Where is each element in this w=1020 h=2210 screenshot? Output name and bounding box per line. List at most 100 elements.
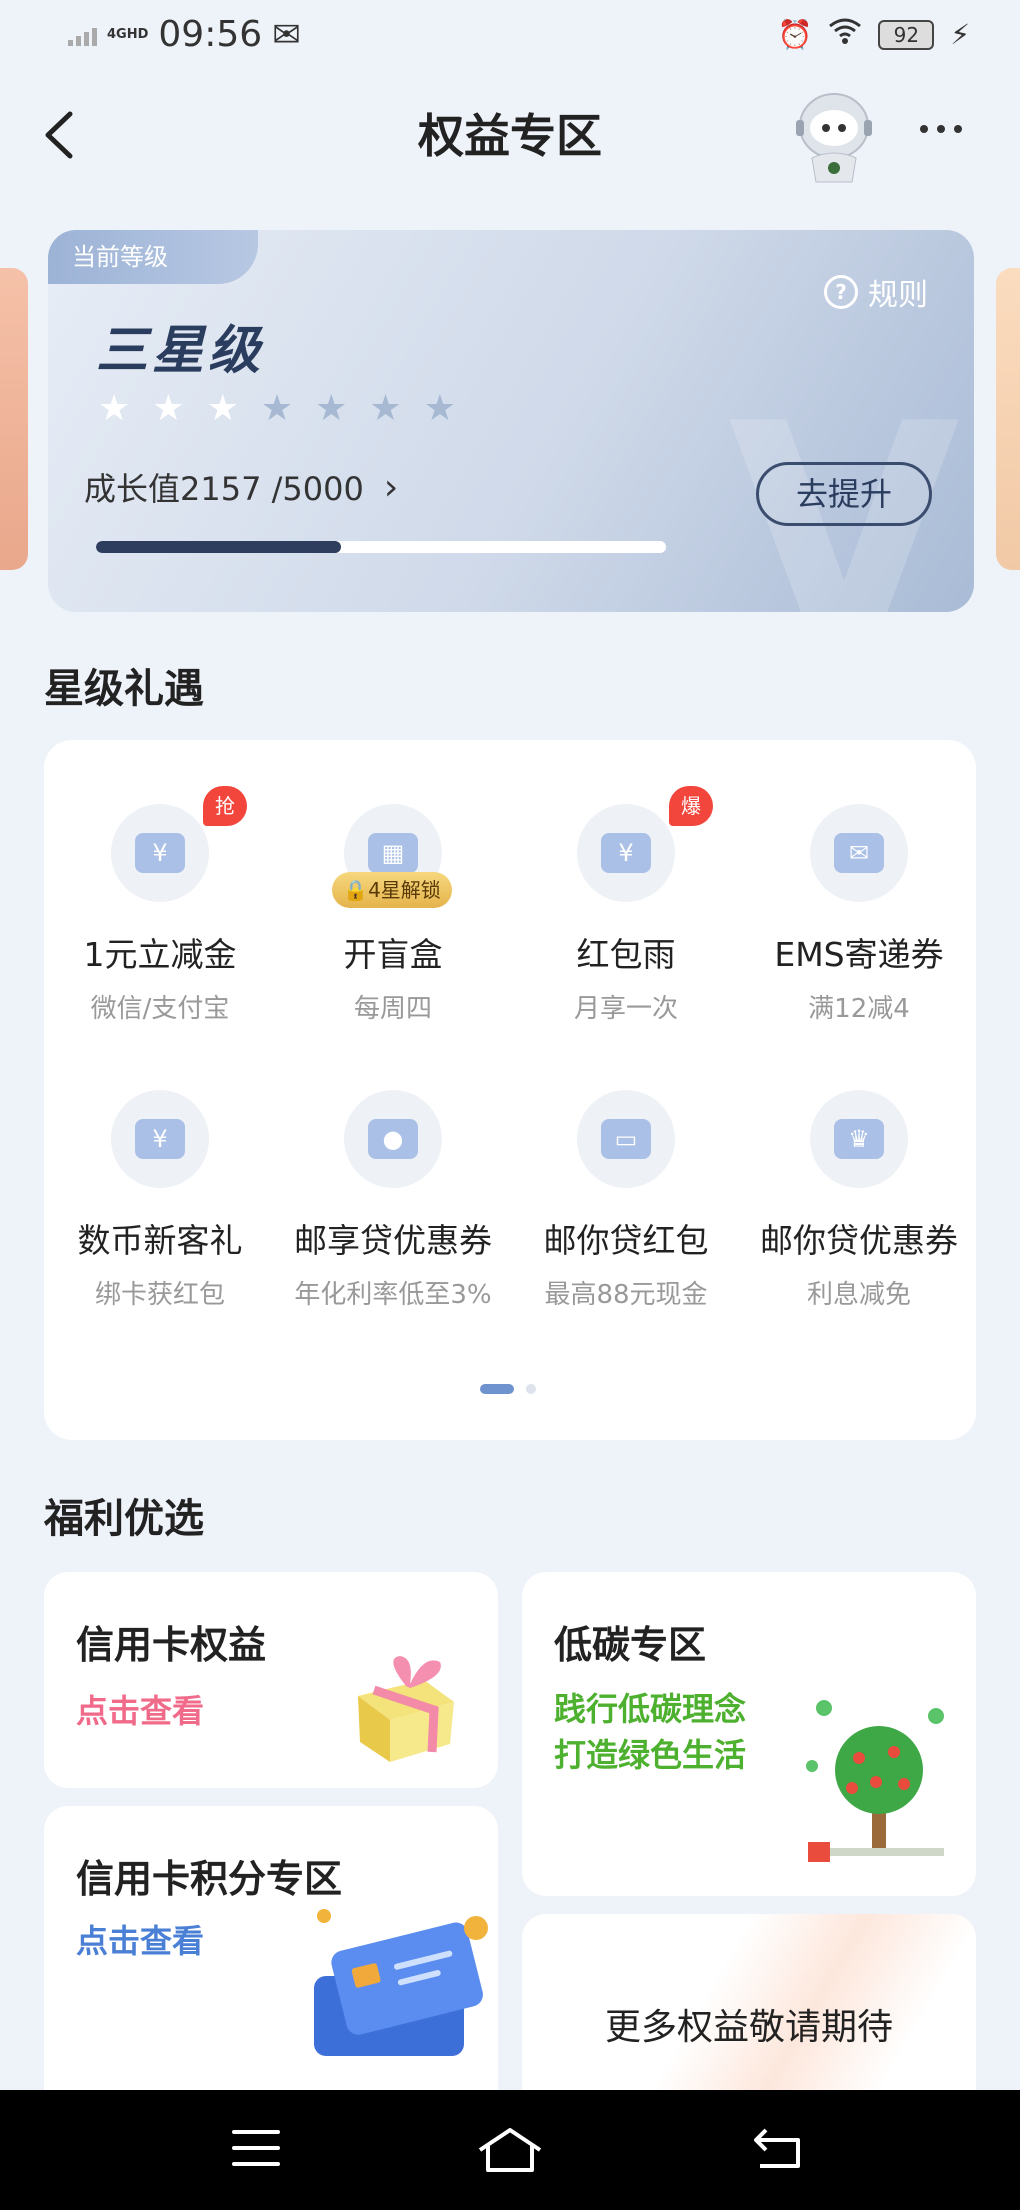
system-nav-bar [0,2090,1020,2210]
status-right: ⏰ 92 ⚡ [777,18,970,51]
level-tag: 当前等级 [48,230,258,284]
level-name: 三星级 [96,321,265,381]
gift-label: 1元立减金 [83,935,237,974]
star-empty-icon: ★ [315,388,348,429]
page-dot [526,1384,536,1394]
gift-subtitle: 利息减免 [806,1280,911,1310]
page-dot-active [480,1384,514,1394]
gift-badge: 抢 [203,786,247,826]
signal-icon [68,24,97,46]
gift-badge: 爆 [669,786,713,826]
gift-box-icon: ▦ 🔒4星解锁 [332,804,452,908]
growth-progress-bar [96,541,666,553]
more-rights-text: 更多权益敬请期待 [604,2007,893,2048]
gift-label: 邮你贷红包 [543,1221,709,1260]
network-label: 4GHD [107,26,149,42]
page-indicator [480,1384,536,1394]
crown-icon: ♛ [810,1090,908,1188]
next-card-peek[interactable] [996,268,1020,570]
gift-icon-glyph: ¥ [601,833,651,873]
star-gifts-title: 星级礼遇 [44,666,204,712]
credit-rights-title: 信用卡权益 [76,1623,267,1667]
charging-icon: ⚡ [950,18,970,51]
gift-item[interactable]: ¥ 数币新客礼绑卡获红包 [44,1090,276,1311]
question-icon: ? [824,275,858,309]
menu-icon[interactable] [232,2126,280,2170]
star-empty-icon: ★ [423,388,456,429]
credit-points-title: 信用卡积分专区 [76,1857,343,1901]
back-nav-icon[interactable] [752,2126,806,2170]
home-icon[interactable] [476,2126,544,2174]
more-menu-button[interactable] [920,125,962,133]
gift-item[interactable]: ¥ 抢 1元立减金 微信/支付宝 [44,786,276,1025]
clock: 09:56 [158,14,263,55]
star-filled-icon: ★ [152,388,185,429]
red-packet-icon: ¥ 爆 [577,786,713,902]
lock-badge: 🔒4星解锁 [332,872,452,908]
gift-label: 红包雨 [576,935,676,974]
star-filled-icon: ★ [98,388,131,429]
low-carbon-card[interactable]: 低碳专区 践行低碳理念 打造绿色生活 [522,1572,976,1896]
envelope-icon: ✉ [810,804,908,902]
notification-icon: ✉ [272,14,301,55]
gift-subtitle: 年化利率低至3% [294,1280,492,1310]
credit-rights-link[interactable]: 点击查看 [76,1686,204,1732]
gift-icon-glyph: ♛ [834,1119,884,1159]
gift-icon-glyph: ¥ [135,833,185,873]
low-carbon-line1: 践行低碳理念 [554,1690,747,1728]
gift-label: 数币新客礼 [77,1221,243,1260]
gift-label: 邮享贷优惠券 [294,1221,492,1260]
status-left: 4GHD 09:56 ✉ [68,14,301,55]
gift-icon-glyph: ▭ [601,1119,651,1159]
credit-points-card[interactable]: 信用卡积分专区 点击查看 [44,1806,498,2126]
gift-icon-glyph: ● [368,1119,418,1159]
alarm-icon: ⏰ [777,18,813,51]
gift-label: 开盲盒 [343,935,443,974]
gift-item[interactable]: ✉ EMS寄递券满12减4 [743,804,975,1025]
battery-icon: 92 [878,19,935,50]
star-filled-icon: ★ [206,388,239,429]
rules-label: 规则 [868,278,928,313]
status-bar: 4GHD 09:56 ✉ ⏰ 92 ⚡ [0,0,1020,80]
gift-icon-glyph: ¥ [135,1119,185,1159]
gift-icon-glyph: ✉ [834,833,884,873]
gift-item[interactable]: ♛ 邮你贷优惠券利息减免 [743,1090,975,1311]
star-gifts-grid: ¥ 抢 1元立减金 微信/支付宝 ▦ 🔒4星解锁 开盲盒 每周四 ¥ 爆红包雨 月享一次 ✉ EMS寄递… [44,740,976,1440]
low-carbon-line2: 打造绿色生活 [554,1736,747,1774]
credit-card-icon [314,1909,488,2056]
gift-subtitle: 绑卡获红包 [94,1280,225,1310]
level-stars: ★ ★ ★ ★ ★ ★ ★ [98,388,456,429]
chevron-right-icon: › [383,466,399,508]
tree-icon [806,1700,944,1862]
gift-subtitle: 最高88元现金 [544,1280,708,1310]
upgrade-button[interactable]: 去提升 [756,462,932,526]
gift-subtitle: 微信/支付宝 [90,994,230,1024]
gift-box-icon [358,1656,454,1762]
low-carbon-title: 低碳专区 [554,1623,707,1667]
gift-item[interactable]: ▦ 🔒4星解锁开盲盒每周四 [277,804,509,1025]
gift-item[interactable]: ¥ 爆红包雨 月享一次 [510,786,742,1025]
gift-item[interactable]: ▭ 邮你贷红包最高88元现金 [510,1090,742,1311]
credit-rights-card[interactable]: 信用卡权益 点击查看 [44,1572,498,1788]
credit-points-link[interactable]: 点击查看 [76,1916,204,1962]
growth-value: 成长值2157 /5000 [84,470,364,508]
prev-card-peek[interactable] [0,268,28,570]
loan-hand-icon: ● [344,1090,442,1188]
star-empty-icon: ★ [260,388,294,429]
coupon-yuan-icon: ¥ 抢 [111,786,247,902]
wifi-icon [828,18,862,51]
gift-label: 邮你贷优惠券 [760,1221,958,1260]
robot-assistant-icon[interactable] [790,86,878,186]
red-envelope-icon: ▭ [577,1090,675,1188]
rules-button[interactable]: ? 规则 [824,270,928,314]
gift-icon-glyph: ▦ [368,833,418,873]
gift-subtitle: 每周四 [353,994,432,1024]
gift-label: EMS寄递券 [774,935,944,974]
gift-subtitle: 满12减4 [808,994,910,1024]
star-empty-icon: ★ [369,388,402,429]
gift-item[interactable]: ● 邮享贷优惠券年化利率低至3% [277,1090,509,1311]
growth-link[interactable]: 成长值2157 /5000 › [84,464,398,510]
growth-progress-fill [96,541,342,553]
welfare-title: 福利优选 [44,1496,204,1542]
digital-yuan-icon: ¥ [111,1090,209,1188]
